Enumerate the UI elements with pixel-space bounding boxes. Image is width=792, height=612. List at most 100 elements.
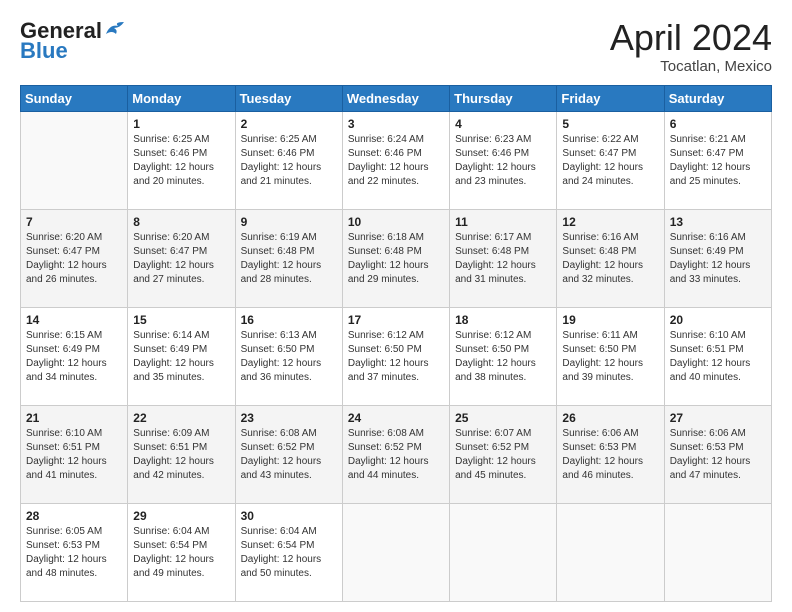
day-info: Sunrise: 6:05 AMSunset: 6:53 PMDaylight:… <box>26 525 122 581</box>
calendar-cell: 1Sunrise: 6:25 AMSunset: 6:46 PMDaylight… <box>128 111 235 209</box>
day-number: 7 <box>26 214 122 230</box>
day-info: Sunrise: 6:20 AMSunset: 6:47 PMDaylight:… <box>133 231 229 287</box>
calendar-cell <box>342 503 449 601</box>
calendar-cell: 24Sunrise: 6:08 AMSunset: 6:52 PMDayligh… <box>342 405 449 503</box>
calendar-cell: 15Sunrise: 6:14 AMSunset: 6:49 PMDayligh… <box>128 307 235 405</box>
day-info: Sunrise: 6:06 AMSunset: 6:53 PMDaylight:… <box>562 427 658 483</box>
location: Tocatlan, Mexico <box>610 58 772 75</box>
day-number: 16 <box>241 312 337 328</box>
day-info: Sunrise: 6:08 AMSunset: 6:52 PMDaylight:… <box>348 427 444 483</box>
day-info: Sunrise: 6:13 AMSunset: 6:50 PMDaylight:… <box>241 329 337 385</box>
day-number: 13 <box>670 214 766 230</box>
day-number: 4 <box>455 116 551 132</box>
calendar-header-thursday: Thursday <box>450 85 557 111</box>
calendar-cell <box>450 503 557 601</box>
day-number: 22 <box>133 410 229 426</box>
day-info: Sunrise: 6:25 AMSunset: 6:46 PMDaylight:… <box>133 133 229 189</box>
calendar-week-row: 7 Sunrise: 6:20 AMSunset: 6:47 PMDaylight… <box>21 209 772 307</box>
day-info: Sunrise: 6:16 AMSunset: 6:48 PMDaylight:… <box>562 231 658 287</box>
day-number: 18 <box>455 312 551 328</box>
day-info: Sunrise: 6:23 AMSunset: 6:46 PMDaylight:… <box>455 133 551 189</box>
month-title: April 2024 <box>610 18 772 58</box>
calendar-cell: 16Sunrise: 6:13 AMSunset: 6:50 PMDayligh… <box>235 307 342 405</box>
day-info: Sunrise: 6:12 AMSunset: 6:50 PMDaylight:… <box>455 329 551 385</box>
day-number: 6 <box>670 116 766 132</box>
day-info: Sunrise: 6:07 AMSunset: 6:52 PMDaylight:… <box>455 427 551 483</box>
header: General Blue April 2024 Tocatlan, Mexico <box>20 18 772 75</box>
day-number: 3 <box>348 116 444 132</box>
calendar-cell <box>557 503 664 601</box>
day-number: 14 <box>26 312 122 328</box>
calendar-cell: 19Sunrise: 6:11 AMSunset: 6:50 PMDayligh… <box>557 307 664 405</box>
page: General Blue April 2024 Tocatlan, Mexico… <box>0 0 792 612</box>
calendar-header-sunday: Sunday <box>21 85 128 111</box>
calendar-cell: 8Sunrise: 6:20 AMSunset: 6:47 PMDaylight… <box>128 209 235 307</box>
day-info: Sunrise: 6:04 AMSunset: 6:54 PMDaylight:… <box>133 525 229 581</box>
calendar-header-row: SundayMondayTuesdayWednesdayThursdayFrid… <box>21 85 772 111</box>
calendar-cell <box>21 111 128 209</box>
title-block: April 2024 Tocatlan, Mexico <box>610 18 772 75</box>
day-info: Sunrise: 6:06 AMSunset: 6:53 PMDaylight:… <box>670 427 766 483</box>
day-info: Sunrise: 6:24 AMSunset: 6:46 PMDaylight:… <box>348 133 444 189</box>
day-number: 21 <box>26 410 122 426</box>
day-number: 30 <box>241 508 337 524</box>
day-info: Sunrise: 6:17 AMSunset: 6:48 PMDaylight:… <box>455 231 551 287</box>
day-info: Sunrise: 6:12 AMSunset: 6:50 PMDaylight:… <box>348 329 444 385</box>
day-number: 20 <box>670 312 766 328</box>
calendar-cell: 30Sunrise: 6:04 AMSunset: 6:54 PMDayligh… <box>235 503 342 601</box>
calendar-cell: 3Sunrise: 6:24 AMSunset: 6:46 PMDaylight… <box>342 111 449 209</box>
day-number: 2 <box>241 116 337 132</box>
calendar-cell: 14Sunrise: 6:15 AMSunset: 6:49 PMDayligh… <box>21 307 128 405</box>
logo-blue: Blue <box>20 38 68 64</box>
day-number: 15 <box>133 312 229 328</box>
day-number: 26 <box>562 410 658 426</box>
calendar-cell: 4Sunrise: 6:23 AMSunset: 6:46 PMDaylight… <box>450 111 557 209</box>
day-info: Sunrise: 6:19 AMSunset: 6:48 PMDaylight:… <box>241 231 337 287</box>
calendar-cell: 13Sunrise: 6:16 AMSunset: 6:49 PMDayligh… <box>664 209 771 307</box>
day-number: 23 <box>241 410 337 426</box>
day-info: Sunrise: 6:14 AMSunset: 6:49 PMDaylight:… <box>133 329 229 385</box>
calendar-week-row: 28Sunrise: 6:05 AMSunset: 6:53 PMDayligh… <box>21 503 772 601</box>
day-number: 11 <box>455 214 551 230</box>
calendar-cell: 25Sunrise: 6:07 AMSunset: 6:52 PMDayligh… <box>450 405 557 503</box>
calendar-week-row: 1Sunrise: 6:25 AMSunset: 6:46 PMDaylight… <box>21 111 772 209</box>
day-number: 10 <box>348 214 444 230</box>
day-number: 25 <box>455 410 551 426</box>
day-number: 24 <box>348 410 444 426</box>
calendar-header-saturday: Saturday <box>664 85 771 111</box>
calendar-cell: 10Sunrise: 6:18 AMSunset: 6:48 PMDayligh… <box>342 209 449 307</box>
day-info: Sunrise: 6:10 AMSunset: 6:51 PMDaylight:… <box>26 427 122 483</box>
day-number: 1 <box>133 116 229 132</box>
calendar-cell: 23Sunrise: 6:08 AMSunset: 6:52 PMDayligh… <box>235 405 342 503</box>
calendar-header-tuesday: Tuesday <box>235 85 342 111</box>
day-number: 12 <box>562 214 658 230</box>
calendar-cell <box>664 503 771 601</box>
calendar-cell: 26Sunrise: 6:06 AMSunset: 6:53 PMDayligh… <box>557 405 664 503</box>
day-info: Sunrise: 6:09 AMSunset: 6:51 PMDaylight:… <box>133 427 229 483</box>
calendar-cell: 7Sunrise: 6:20 AMSunset: 6:47 PMDaylight… <box>21 209 128 307</box>
day-info: Sunrise: 6:16 AMSunset: 6:49 PMDaylight:… <box>670 231 766 287</box>
calendar-cell: 2Sunrise: 6:25 AMSunset: 6:46 PMDaylight… <box>235 111 342 209</box>
calendar-header-monday: Monday <box>128 85 235 111</box>
calendar-week-row: 14Sunrise: 6:15 AMSunset: 6:49 PMDayligh… <box>21 307 772 405</box>
day-info: Sunrise: 6:04 AMSunset: 6:54 PMDaylight:… <box>241 525 337 581</box>
day-info: Sunrise: 6:08 AMSunset: 6:52 PMDaylight:… <box>241 427 337 483</box>
day-info: Sunrise: 6:18 AMSunset: 6:48 PMDaylight:… <box>348 231 444 287</box>
calendar-cell: 22Sunrise: 6:09 AMSunset: 6:51 PMDayligh… <box>128 405 235 503</box>
calendar-cell: 12Sunrise: 6:16 AMSunset: 6:48 PMDayligh… <box>557 209 664 307</box>
logo: General Blue <box>20 18 126 64</box>
day-info: Sunrise: 6:11 AMSunset: 6:50 PMDaylight:… <box>562 329 658 385</box>
calendar-cell: 6Sunrise: 6:21 AMSunset: 6:47 PMDaylight… <box>664 111 771 209</box>
day-number: 5 <box>562 116 658 132</box>
day-info: Sunrise: 6:10 AMSunset: 6:51 PMDaylight:… <box>670 329 766 385</box>
day-number: 9 <box>241 214 337 230</box>
day-number: 29 <box>133 508 229 524</box>
calendar-cell: 11Sunrise: 6:17 AMSunset: 6:48 PMDayligh… <box>450 209 557 307</box>
logo-bird-icon <box>104 20 126 38</box>
day-number: 27 <box>670 410 766 426</box>
calendar-cell: 20Sunrise: 6:10 AMSunset: 6:51 PMDayligh… <box>664 307 771 405</box>
calendar-week-row: 21Sunrise: 6:10 AMSunset: 6:51 PMDayligh… <box>21 405 772 503</box>
day-info: Sunrise: 6:22 AMSunset: 6:47 PMDaylight:… <box>562 133 658 189</box>
calendar-cell: 29Sunrise: 6:04 AMSunset: 6:54 PMDayligh… <box>128 503 235 601</box>
day-info: Sunrise: 6:15 AMSunset: 6:49 PMDaylight:… <box>26 329 122 385</box>
